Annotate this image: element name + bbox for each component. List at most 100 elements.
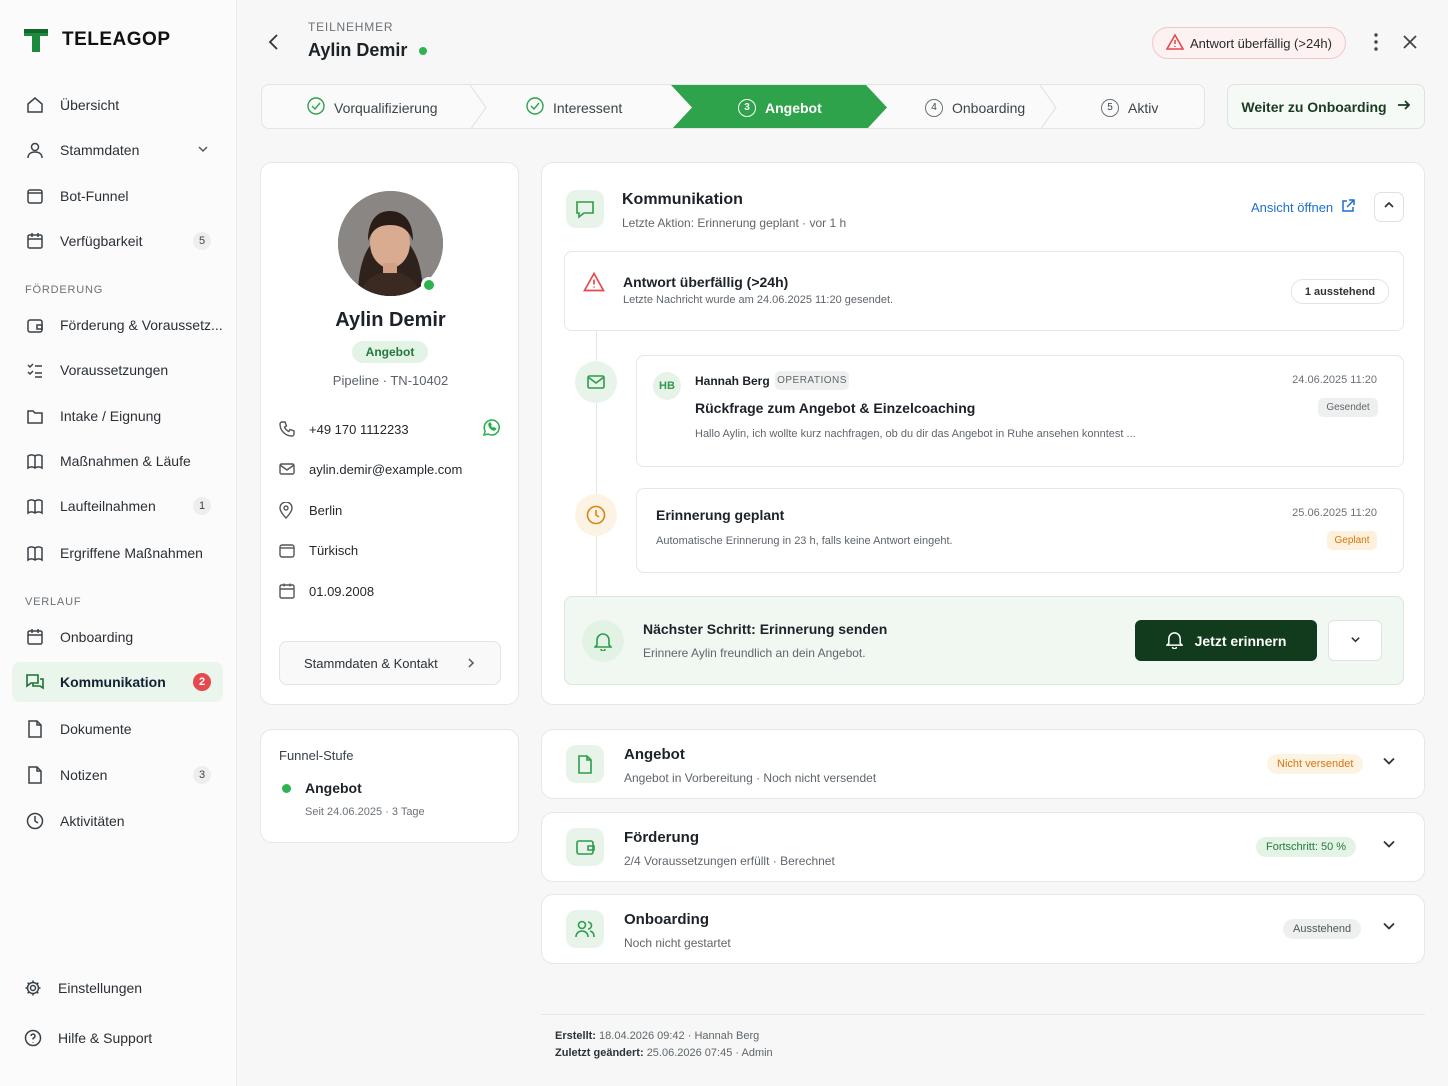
sidebar-item-voraussetzungen[interactable]: Voraussetzungen (12, 350, 223, 390)
funnel-title: Funnel-Stufe (279, 748, 354, 763)
status-badge: Nicht versendet (1267, 754, 1364, 774)
step-label: Aktiv (1128, 99, 1159, 116)
reminder-card[interactable]: Erinnerung geplant 25.06.2025 11:20 Auto… (636, 488, 1404, 573)
onboarding-section[interactable]: Onboarding Noch nicht gestartet Ausstehe… (541, 894, 1425, 964)
language-row: Türkisch (279, 538, 501, 562)
remind-now-button[interactable]: Jetzt erinnern (1135, 620, 1317, 661)
step-aktiv[interactable]: 5 Aktiv (1101, 85, 1159, 128)
phone-row[interactable]: +49 170 1112233 (279, 417, 501, 441)
warning-icon (1165, 32, 1185, 53)
collapse-button[interactable] (1374, 192, 1404, 222)
unread-badge: 2 (193, 673, 211, 691)
step-label: Angebot (765, 99, 822, 116)
book-icon (24, 542, 46, 564)
reminder-text: Automatische Erinnerung in 23 h, falls k… (656, 535, 953, 547)
wallet-icon (24, 314, 46, 336)
created-label: Erstellt: (555, 1030, 596, 1042)
step-interessent[interactable]: Interessent (526, 85, 623, 128)
sidebar-item-laufteilnahmen[interactable]: Laufteilnahmen 1 (12, 486, 223, 526)
step-angebot[interactable]: 3 Angebot (738, 85, 822, 128)
sidebar-item-verfuegbarkeit[interactable]: Verfügbarkeit 5 (12, 221, 223, 261)
help-icon (22, 1027, 44, 1049)
sidebar-item-einstellungen[interactable]: Einstellungen (12, 968, 223, 1008)
section-subtitle: Noch nicht gestartet (624, 936, 731, 950)
created-meta: Erstellt: 18.04.2026 09:42 · Hannah Berg (555, 1030, 759, 1042)
check-circle-icon (307, 97, 325, 118)
close-icon[interactable] (1399, 30, 1421, 54)
sidebar-item-kommunikation[interactable]: Kommunikation 2 (12, 662, 223, 702)
sidebar-item-label: Voraussetzungen (60, 362, 169, 378)
communication-card: Kommunikation Letzte Aktion: Erinnerung … (541, 162, 1425, 705)
next-stage-button[interactable]: Weiter zu Onboarding (1227, 84, 1425, 129)
whatsapp-icon[interactable] (482, 418, 501, 440)
status-badge: Geplant (1327, 531, 1377, 550)
chevron-down-icon[interactable] (197, 142, 209, 158)
sidebar-item-onboarding[interactable]: Onboarding (12, 617, 223, 657)
sidebar-item-aktivitaeten[interactable]: Aktivitäten (12, 801, 223, 841)
step-vorqualifizierung[interactable]: Vorqualifizierung (307, 85, 438, 128)
location-row: Berlin (279, 498, 501, 522)
sidebar-item-label: Bot-Funnel (60, 188, 129, 204)
bell-icon (582, 620, 624, 662)
sidebar-item-ergriffene-massnahmen[interactable]: Ergriffene Maßnahmen (12, 533, 223, 573)
remind-now-label: Jetzt erinnern (1194, 632, 1287, 649)
step-label: Onboarding (952, 99, 1026, 116)
sidebar-item-label: Aktivitäten (60, 813, 125, 829)
more-options-icon[interactable] (1365, 30, 1387, 54)
sidebar-item-label: Einstellungen (58, 980, 143, 996)
app-logo[interactable]: TELEAGOP (22, 26, 171, 54)
communication-subtitle: Letzte Aktion: Erinnerung geplant · vor … (622, 216, 847, 230)
status-badge: Gesendet (1318, 398, 1378, 417)
step-onboarding[interactable]: 4 Onboarding (925, 85, 1026, 128)
chat-bubble-icon (566, 190, 604, 228)
message-card[interactable]: HB Hannah Berg OPERATIONS 24.06.2025 11:… (636, 355, 1404, 467)
chevron-down-icon[interactable] (1382, 837, 1396, 856)
open-view-link[interactable]: Ansicht öffnen (1251, 199, 1355, 216)
overdue-subtitle: Letzte Nachricht wurde am 24.06.2025 11:… (623, 294, 894, 306)
message-preview: Hallo Aylin, ich wollte kurz nachfragen,… (695, 428, 1136, 440)
sidebar-item-label: Verfügbarkeit (60, 233, 143, 249)
step-label: Interessent (553, 99, 623, 116)
phone-icon (279, 421, 297, 437)
section-subtitle: Angebot in Vorbereitung · Noch nicht ver… (624, 771, 877, 785)
email-row[interactable]: aylin.demir@example.com (279, 457, 501, 481)
sidebar-item-intake[interactable]: Intake / Eignung (12, 396, 223, 436)
sidebar-item-hilfe[interactable]: Hilfe & Support (12, 1018, 223, 1058)
sidebar-item-uebersicht[interactable]: Übersicht (12, 85, 223, 125)
funnel-stage: Angebot (305, 780, 362, 796)
location-pin-icon (279, 501, 297, 519)
sidebar-item-stammdaten[interactable]: Stammdaten (12, 130, 223, 170)
bell-icon (1164, 630, 1184, 652)
chevron-down-icon[interactable] (1382, 754, 1396, 773)
online-status-dot (421, 277, 437, 293)
section-label-verlauf: VERLAUF (25, 596, 82, 608)
sidebar-item-dokumente[interactable]: Dokumente (12, 709, 223, 749)
sidebar-item-notizen[interactable]: Notizen 3 (12, 755, 223, 795)
sidebar-item-label: Ergriffene Maßnahmen (60, 545, 203, 561)
home-icon (24, 94, 46, 116)
page-title: Aylin Demir (308, 40, 428, 61)
sidebar-item-label: Stammdaten (60, 142, 140, 158)
next-step-panel: Nächster Schritt: Erinnerung senden Erin… (564, 596, 1404, 685)
changed-value: 25.06.2026 07:45 · Admin (646, 1047, 773, 1059)
foerderung-section[interactable]: Förderung 2/4 Voraussetzungen erfüllt · … (541, 812, 1425, 882)
folder-icon (24, 405, 46, 427)
sidebar-item-label: Übersicht (60, 97, 120, 113)
stammdaten-kontakt-button[interactable]: Stammdaten & Kontakt (279, 641, 501, 685)
footer-divider (541, 1014, 1425, 1015)
overdue-title: Antwort überfällig (>24h) (623, 274, 789, 290)
folder-icon (279, 543, 297, 558)
back-arrow-icon[interactable] (262, 30, 286, 54)
sidebar-item-massnahmen[interactable]: Maßnahmen & Läufe (12, 441, 223, 481)
chevron-down-icon[interactable] (1382, 919, 1396, 938)
chat-icon (24, 671, 46, 693)
sidebar-item-foerderung[interactable]: Förderung & Voraussetz... (12, 305, 223, 345)
next-step-title: Nächster Schritt: Erinnerung senden (643, 621, 888, 637)
role-tag: OPERATIONS (775, 371, 849, 390)
angebot-section[interactable]: Angebot Angebot in Vorbereitung · Noch n… (541, 729, 1425, 799)
overdue-alert-badge[interactable]: Antwort überfällig (>24h) (1152, 27, 1346, 59)
section-subtitle: 2/4 Voraussetzungen erfüllt · Berechnet (624, 854, 835, 868)
remind-options-dropdown[interactable] (1328, 620, 1382, 661)
funnel-stage-card: Funnel-Stufe Angebot Seit 24.06.2025 · 3… (260, 729, 519, 843)
sidebar-item-bot-funnel[interactable]: Bot-Funnel (12, 176, 223, 216)
